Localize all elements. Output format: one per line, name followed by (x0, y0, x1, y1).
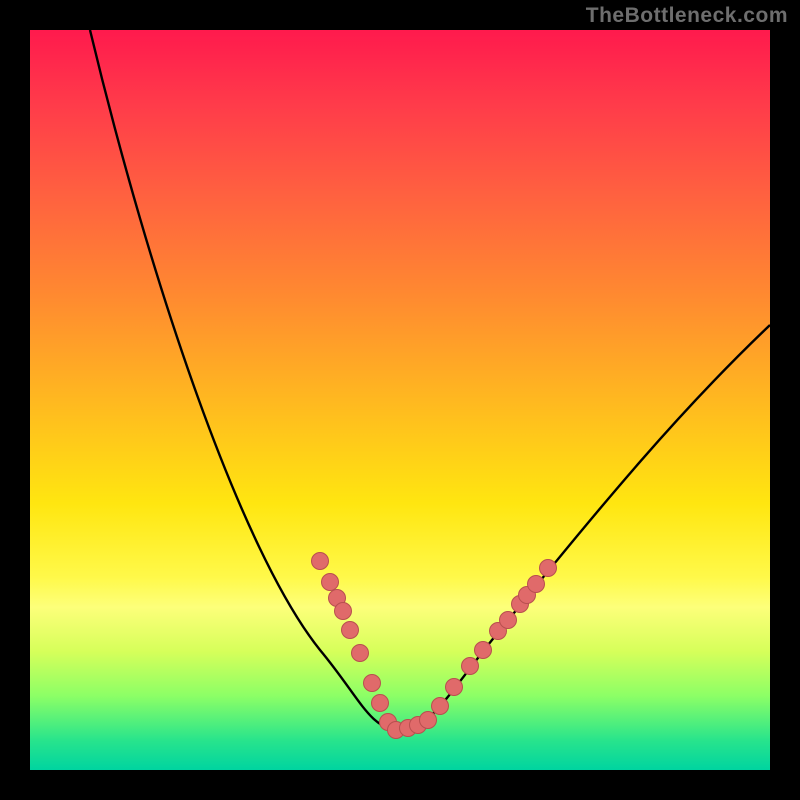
data-marker (420, 712, 437, 729)
data-marker (364, 675, 381, 692)
data-marker (372, 695, 389, 712)
data-marker (432, 698, 449, 715)
data-marker (540, 560, 557, 577)
data-marker (342, 622, 359, 639)
data-marker (446, 679, 463, 696)
data-marker (462, 658, 479, 675)
data-marker (312, 553, 329, 570)
data-marker (500, 612, 517, 629)
chart-frame: TheBottleneck.com (0, 0, 800, 800)
curve-svg (30, 30, 770, 770)
marker-group (312, 553, 557, 739)
bottleneck-curve-path (90, 30, 770, 730)
data-marker (322, 574, 339, 591)
data-marker (352, 645, 369, 662)
watermark-text: TheBottleneck.com (586, 4, 788, 28)
data-marker (475, 642, 492, 659)
plot-area (30, 30, 770, 770)
data-marker (528, 576, 545, 593)
data-marker (335, 603, 352, 620)
